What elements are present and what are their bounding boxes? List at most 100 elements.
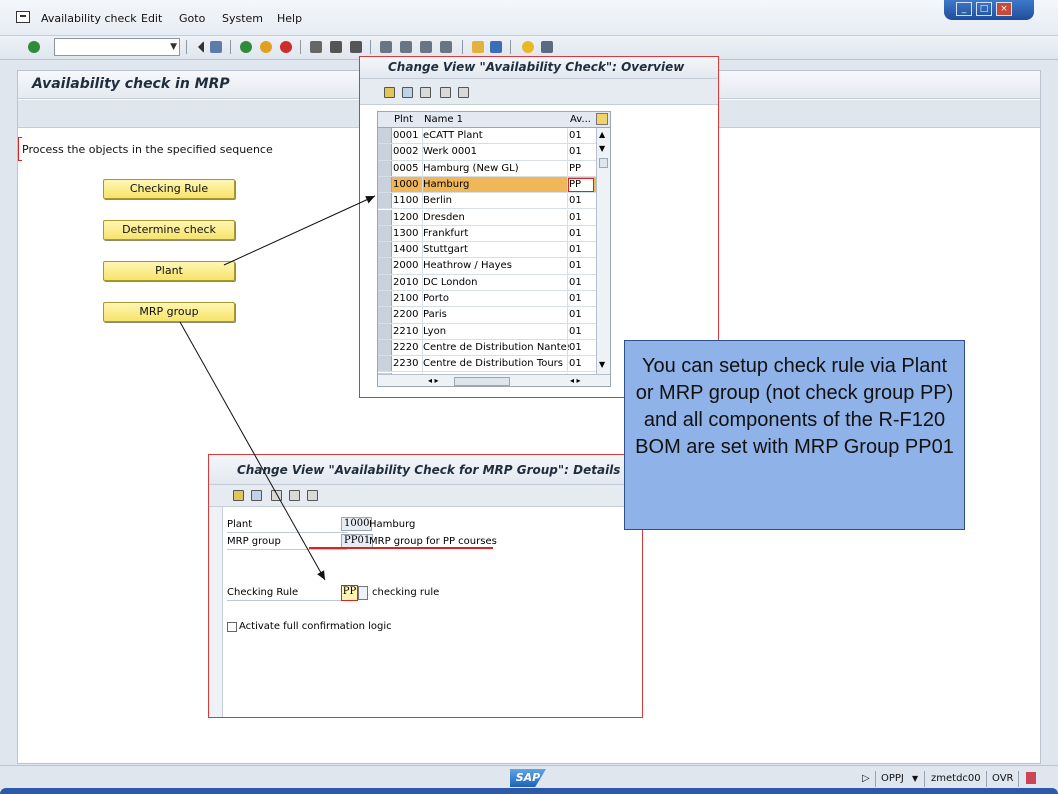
table-row[interactable]: 1100 Berlin 01 [378, 193, 610, 210]
column-name[interactable]: Name 1 [424, 114, 463, 125]
cell-availability[interactable]: 01 [569, 277, 595, 288]
chevron-down-icon[interactable]: ▼ [912, 774, 918, 783]
print-icon[interactable] [310, 41, 322, 53]
row-selector[interactable] [378, 274, 392, 290]
value-help-icon[interactable] [358, 586, 368, 600]
table-row[interactable]: 2230 Centre de Distribution Tours 01 [378, 356, 610, 373]
play-icon[interactable]: ▷ [862, 773, 870, 784]
back-arrow-icon[interactable] [192, 41, 204, 53]
row-selector[interactable] [378, 258, 392, 274]
cancel-icon[interactable] [280, 41, 292, 53]
exit-icon[interactable] [260, 41, 272, 53]
cell-availability[interactable]: 01 [569, 228, 595, 239]
table-row[interactable]: 1400 Stuttgart 01 [378, 242, 610, 259]
next-entry-icon[interactable] [289, 490, 300, 501]
menu-goto[interactable]: Goto [179, 12, 205, 25]
menu-help[interactable]: Help [277, 12, 302, 25]
plant-field[interactable]: 1000 [341, 517, 373, 531]
row-selector[interactable] [378, 356, 392, 372]
row-selector[interactable] [378, 193, 392, 209]
deselect-icon[interactable] [458, 87, 469, 98]
row-selector[interactable] [378, 323, 392, 339]
table-row[interactable]: 2010 DC London 01 [378, 274, 610, 291]
row-selector[interactable] [378, 209, 392, 225]
row-selector[interactable] [378, 176, 392, 193]
undo-icon[interactable] [402, 87, 413, 98]
scroll-down-icon[interactable]: ▼ [599, 360, 605, 369]
column-availability[interactable]: Av... [570, 114, 591, 125]
full-confirmation-checkbox[interactable] [227, 622, 237, 632]
row-selector[interactable] [378, 307, 392, 323]
maximize-icon[interactable]: □ [976, 2, 992, 16]
display-change-icon[interactable] [233, 490, 244, 501]
layout-menu-icon[interactable] [541, 41, 553, 53]
row-selector[interactable] [378, 225, 392, 242]
page-up-icon[interactable]: ▼ [599, 144, 605, 153]
input-mode[interactable]: OVR [992, 773, 1013, 784]
table-row[interactable]: 2210 Lyon 01 [378, 323, 610, 340]
table-row[interactable]: 0001 eCATT Plant 01 [378, 128, 610, 145]
table-row[interactable]: 2100 Porto 01 [378, 291, 610, 308]
row-selector[interactable] [378, 242, 392, 258]
menu-edit[interactable]: Edit [141, 12, 162, 25]
undo-icon[interactable] [251, 490, 262, 501]
enter-check-icon[interactable] [28, 41, 40, 53]
table-row[interactable]: 1000 Hamburg PP [378, 176, 610, 194]
vertical-scrollbar[interactable]: ▲ ▼ ▼ [596, 128, 610, 374]
row-selector[interactable] [378, 291, 392, 307]
copy-icon[interactable] [420, 87, 431, 98]
cell-availability[interactable]: 01 [569, 326, 595, 337]
back-icon[interactable] [240, 41, 252, 53]
table-settings-icon[interactable] [596, 113, 608, 125]
display-change-icon[interactable] [384, 87, 395, 98]
horizontal-scrollbar[interactable]: ◂ ▸ ◂ ▸ [378, 374, 610, 386]
row-selector[interactable] [378, 144, 392, 160]
chevron-down-icon[interactable]: ▼ [170, 42, 177, 52]
select-all-icon[interactable] [440, 87, 451, 98]
scroll-up-icon[interactable]: ▲ [599, 130, 605, 139]
scroll-left-icon[interactable]: ◂ ▸ [428, 376, 439, 385]
menu-system[interactable]: System [222, 12, 263, 25]
cell-availability[interactable]: 01 [569, 342, 595, 353]
row-selector[interactable] [378, 128, 392, 144]
cell-availability[interactable]: 01 [569, 244, 595, 255]
checking-rule-button[interactable]: Checking Rule [103, 179, 235, 199]
help-icon[interactable] [522, 41, 534, 53]
cell-availability[interactable]: 01 [569, 146, 595, 157]
new-session-icon[interactable] [472, 41, 484, 53]
table-row[interactable]: 0005 Hamburg (New GL) PP [378, 160, 610, 177]
scroll-thumb[interactable] [599, 158, 608, 168]
shortcut-icon[interactable] [490, 41, 502, 53]
table-row[interactable]: 2220 Centre de Distribution Nantes 01 [378, 339, 610, 357]
find-next-icon[interactable] [350, 41, 362, 53]
cell-availability[interactable]: 01 [569, 358, 595, 369]
cell-availability[interactable]: 01 [569, 212, 595, 223]
first-page-icon[interactable] [380, 41, 392, 53]
mrp-group-button[interactable]: MRP group [103, 302, 235, 322]
row-selector[interactable] [378, 339, 392, 356]
previous-page-icon[interactable] [400, 41, 412, 53]
last-page-icon[interactable] [440, 41, 452, 53]
minimize-icon[interactable]: _ [956, 2, 972, 16]
table-row[interactable]: 1300 Frankfurt 01 [378, 225, 610, 243]
next-page-icon[interactable] [420, 41, 432, 53]
checking-rule-field[interactable]: PP [341, 585, 358, 601]
cell-availability[interactable]: 01 [569, 293, 595, 304]
cell-availability[interactable]: PP [568, 177, 594, 192]
menu-availability-check[interactable]: Availability check [41, 12, 137, 25]
cell-availability[interactable]: 01 [569, 130, 595, 141]
save-icon[interactable] [210, 41, 222, 53]
cell-availability[interactable]: PP [569, 163, 595, 174]
scroll-right-icon[interactable]: ◂ ▸ [570, 376, 581, 385]
command-field[interactable]: ▼ [54, 38, 180, 56]
menu-icon[interactable] [16, 11, 30, 23]
cell-availability[interactable]: 01 [569, 260, 595, 271]
cell-availability[interactable]: 01 [569, 195, 595, 206]
find-icon[interactable] [330, 41, 342, 53]
close-icon[interactable]: × [996, 2, 1012, 16]
table-row[interactable]: 0002 Werk 0001 01 [378, 144, 610, 161]
table-row[interactable]: 1200 Dresden 01 [378, 209, 610, 226]
other-entry-icon[interactable] [307, 490, 318, 501]
table-row[interactable]: 2000 Heathrow / Hayes 01 [378, 258, 610, 275]
table-row[interactable]: 2200 Paris 01 [378, 307, 610, 324]
